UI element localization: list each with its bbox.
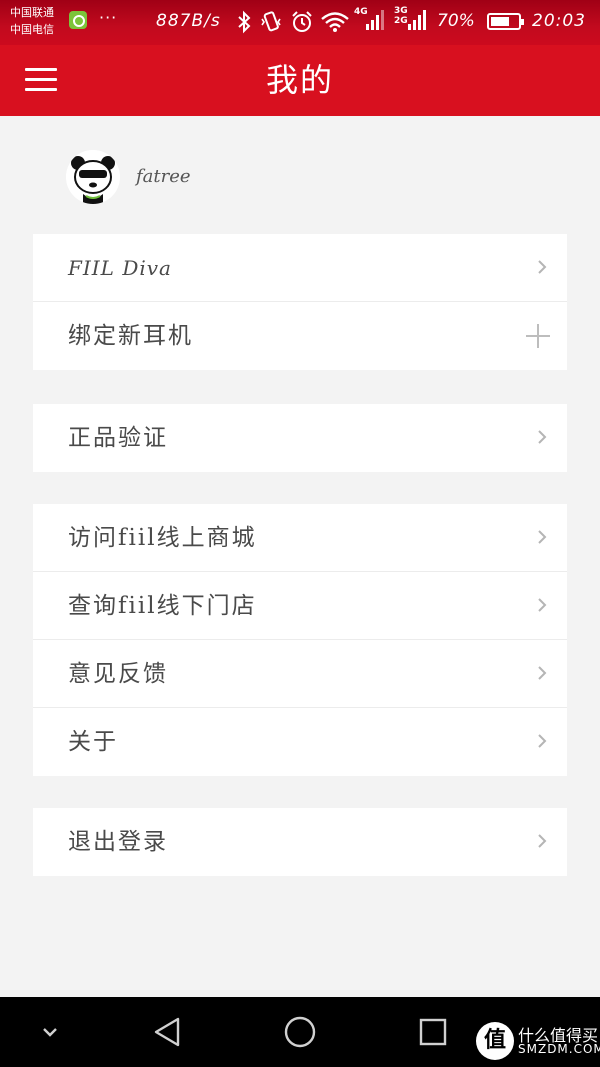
chevron-right-icon (538, 260, 547, 274)
list-item-label: 意见反馈 (68, 661, 168, 687)
chevron-right-icon (538, 834, 547, 848)
list-item-label: FIIL Diva (68, 256, 172, 280)
app-header: 我的 (0, 45, 600, 116)
status-time: 20:03 (532, 11, 586, 31)
list-item-label: 绑定新耳机 (68, 323, 193, 349)
status-bar: 中国联通 中国电信 ··· 887B/s 4G 3G 2G 70% 20:03 (0, 0, 600, 45)
watermark: 值 什么值得买 SMZDM.COM (472, 1018, 600, 1064)
hamburger-menu-icon[interactable] (20, 63, 60, 97)
recents-icon[interactable] (416, 997, 450, 1067)
chevron-right-icon (538, 430, 547, 444)
list-item-feedback[interactable]: 意见反馈 (33, 640, 567, 708)
list-item-label: 退出登录 (68, 829, 168, 855)
list-item-fiil-diva[interactable]: FIIL Diva (33, 234, 567, 302)
list-item-label: 查询fiil线下门店 (68, 593, 257, 619)
battery-percent: 70% (437, 11, 475, 31)
watermark-logo: 值 (476, 1022, 514, 1060)
list-item-online-store[interactable]: 访问fiil线上商城 (33, 504, 567, 572)
list-item-bind-headphones[interactable]: 绑定新耳机 (33, 302, 567, 370)
carrier-info: 中国联通 中国电信 (10, 4, 54, 38)
back-icon[interactable] (148, 997, 188, 1067)
chevron-right-icon (538, 734, 547, 748)
network-speed: 887B/s (156, 11, 221, 31)
battery-level-fill (491, 17, 509, 26)
list-item-label: 关于 (68, 729, 118, 755)
list-item-logout[interactable]: 退出登录 (33, 808, 567, 876)
user-profile[interactable]: fatree (66, 150, 366, 204)
verification-group: 正品验证 (33, 404, 567, 472)
watermark-domain: SMZDM.COM (518, 1042, 600, 1056)
chevron-right-icon (538, 666, 547, 680)
chevron-right-icon (538, 598, 547, 612)
username: fatree (136, 166, 191, 187)
app-notification-icon (69, 11, 87, 29)
carrier-2: 中国电信 (10, 23, 54, 36)
avatar[interactable] (66, 150, 120, 204)
plus-icon (526, 324, 550, 348)
page-title: 我的 (265, 61, 334, 99)
vibrate-icon (261, 11, 281, 32)
services-group: 访问fiil线上商城 查询fiil线下门店 意见反馈 关于 (33, 504, 567, 776)
list-item-label: 正品验证 (68, 425, 168, 451)
alarm-icon (292, 11, 312, 32)
panda-avatar-icon (66, 150, 120, 204)
list-item-about[interactable]: 关于 (33, 708, 567, 776)
list-item-offline-stores[interactable]: 查询fiil线下门店 (33, 572, 567, 640)
list-item-label: 访问fiil线上商城 (68, 525, 257, 551)
wifi-icon (321, 12, 349, 32)
signal-strength-2-icon (408, 10, 426, 30)
more-notifications-icon: ··· (99, 8, 118, 27)
device-group: FIIL Diva 绑定新耳机 (33, 234, 567, 370)
signal-strength-icon (366, 10, 384, 30)
carrier-1: 中国联通 (10, 6, 54, 19)
logout-group: 退出登录 (33, 808, 567, 876)
collapse-icon[interactable] (36, 997, 64, 1067)
bluetooth-icon (238, 10, 251, 34)
list-item-authenticity-check[interactable]: 正品验证 (33, 404, 567, 472)
home-icon[interactable] (282, 997, 318, 1067)
chevron-right-icon (538, 530, 547, 544)
battery-icon (487, 13, 524, 30)
